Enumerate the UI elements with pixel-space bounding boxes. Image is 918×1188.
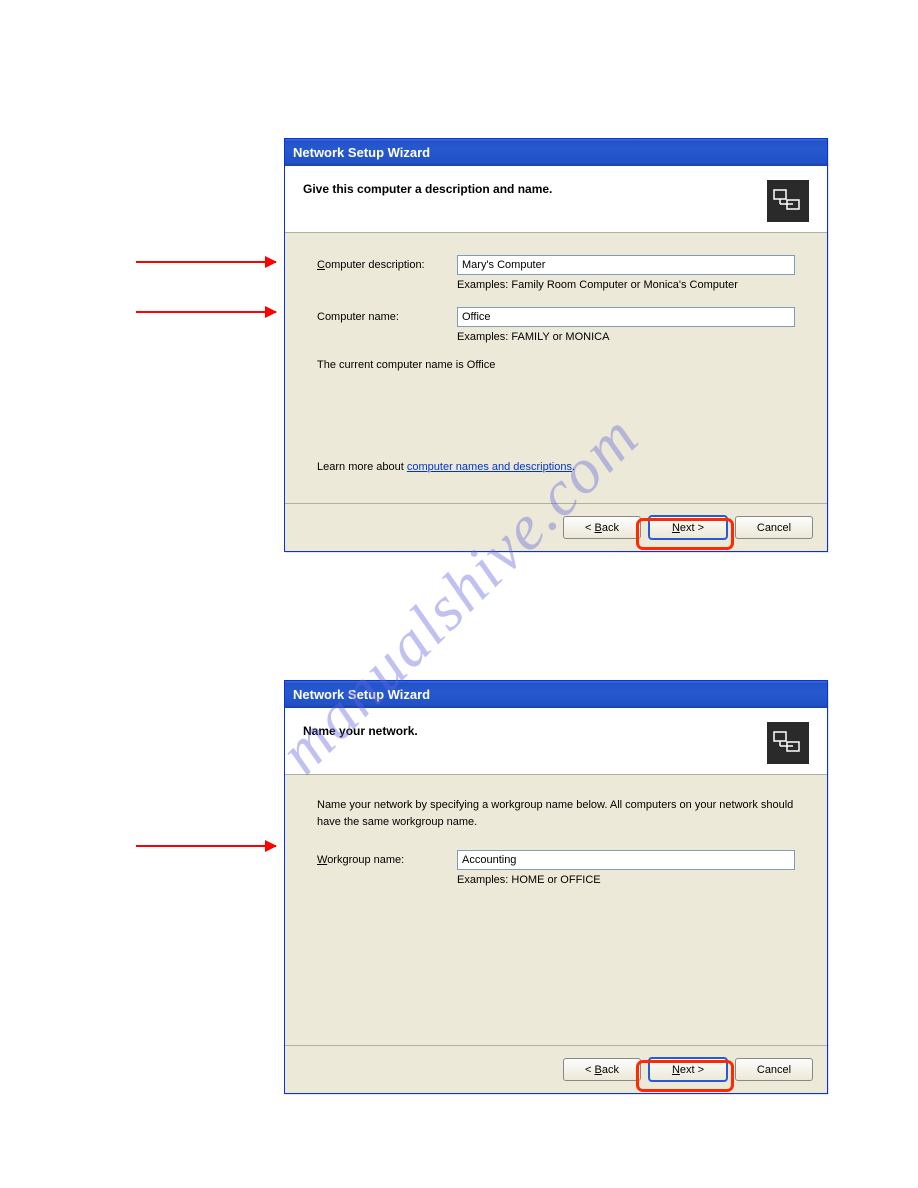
- workgroup-label: Workgroup name:: [317, 854, 457, 866]
- description-label: Computer description:: [317, 259, 457, 271]
- learn-more-link[interactable]: computer names and descriptions: [407, 461, 572, 473]
- dialog-footer: < Back Next > Cancel: [285, 1045, 827, 1093]
- dialog-header: Name your network.: [285, 708, 827, 775]
- back-button[interactable]: < Back: [563, 1058, 641, 1081]
- arrow-indicator: [136, 845, 276, 847]
- dialog-body: Name your network by specifying a workgr…: [285, 775, 827, 1045]
- description-example-row: Examples: Family Room Computer or Monica…: [317, 279, 795, 291]
- intro-text: Name your network by specifying a workgr…: [317, 797, 795, 830]
- workgroup-row: Workgroup name:: [317, 850, 795, 870]
- cancel-button[interactable]: Cancel: [735, 1058, 813, 1081]
- description-example: Examples: Family Room Computer or Monica…: [457, 279, 795, 291]
- dialog-footer: < Back Next > Cancel: [285, 503, 827, 551]
- description-input[interactable]: [457, 255, 795, 275]
- name-label: Computer name:: [317, 311, 457, 323]
- dialog-titlebar: Network Setup Wizard: [285, 681, 827, 708]
- arrow-indicator: [136, 311, 276, 313]
- dialog-body: Computer description: Examples: Family R…: [285, 233, 827, 503]
- network-setup-dialog-1: Network Setup Wizard Give this computer …: [284, 138, 828, 552]
- dialog-heading: Give this computer a description and nam…: [303, 180, 552, 196]
- workgroup-input[interactable]: [457, 850, 795, 870]
- current-name-text: The current computer name is Office: [317, 359, 795, 371]
- learn-more-line: Learn more about computer names and desc…: [317, 461, 795, 473]
- network-icon: [767, 722, 809, 764]
- workgroup-example: Examples: HOME or OFFICE: [457, 874, 795, 886]
- name-input[interactable]: [457, 307, 795, 327]
- arrow-indicator: [136, 261, 276, 263]
- name-row: Computer name:: [317, 307, 795, 327]
- back-button[interactable]: < Back: [563, 516, 641, 539]
- dialog-heading: Name your network.: [303, 722, 418, 738]
- workgroup-example-row: Examples: HOME or OFFICE: [317, 874, 795, 886]
- name-example-row: Examples: FAMILY or MONICA: [317, 331, 795, 343]
- dialog-titlebar: Network Setup Wizard: [285, 139, 827, 166]
- cancel-button[interactable]: Cancel: [735, 516, 813, 539]
- next-button[interactable]: Next >: [649, 516, 727, 539]
- description-row: Computer description:: [317, 255, 795, 275]
- next-button[interactable]: Next >: [649, 1058, 727, 1081]
- network-setup-dialog-2: Network Setup Wizard Name your network. …: [284, 680, 828, 1094]
- dialog-header: Give this computer a description and nam…: [285, 166, 827, 233]
- name-example: Examples: FAMILY or MONICA: [457, 331, 795, 343]
- network-icon: [767, 180, 809, 222]
